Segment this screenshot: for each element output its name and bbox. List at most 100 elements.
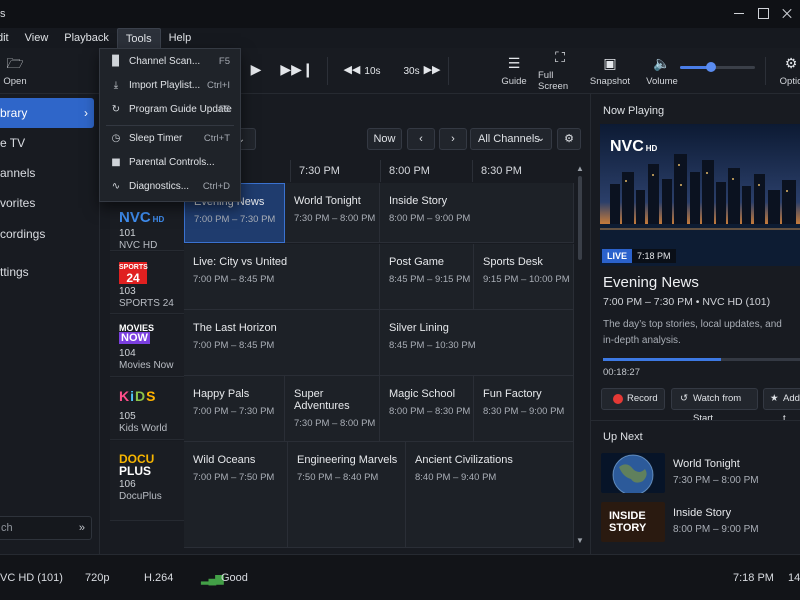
up-next-heading: Up Next xyxy=(603,431,643,443)
live-time-badge: 7:18 PM xyxy=(632,249,676,263)
next-time-button[interactable]: › xyxy=(439,128,467,150)
watch-from-start-button[interactable]: ↺ Watch from Start xyxy=(671,388,758,424)
menu-item-import-playlist[interactable]: ⤓ Import Playlist... Ctrl+I xyxy=(100,74,240,98)
program-cell[interactable]: Silver Lining 8:45 PM – 10:30 PM xyxy=(380,310,574,376)
add-button[interactable]: ★ Add t xyxy=(763,388,800,424)
status-resolution: 720p xyxy=(85,572,110,584)
channel-logo: KiDS xyxy=(119,388,157,404)
snapshot-button[interactable]: ▣ Snapshot xyxy=(590,48,630,94)
program-cell[interactable]: Wild Oceans 7:00 PM – 7:50 PM xyxy=(184,442,288,548)
restart-icon: ↺ xyxy=(680,393,688,404)
program-cell[interactable]: Super Adventures 7:30 PM – 8:00 PM xyxy=(285,376,380,442)
app-window: s dit View Playback Tools Help 🗁 Open ▶ … xyxy=(0,0,800,600)
program-cell[interactable]: The Last Horizon 7:00 PM – 8:45 PM xyxy=(184,310,380,376)
time-header: 7:30 PM xyxy=(290,160,380,182)
program-cell[interactable]: Happy Pals 7:00 PM – 7:30 PM xyxy=(184,376,285,442)
sidebar-item-recordings[interactable]: cordings xyxy=(0,219,94,249)
up-next-title: Inside Story xyxy=(673,507,732,519)
lock-icon: ■ xyxy=(111,157,121,168)
sidebar-item-live-tv[interactable]: e TV xyxy=(0,128,94,158)
channel-filter-select[interactable]: All Channels ⌄ xyxy=(470,128,552,150)
minimize-icon[interactable] xyxy=(728,0,752,28)
skip-next-button[interactable]: ▶▶❙ xyxy=(280,48,313,94)
fullscreen-icon: ⛶ xyxy=(555,50,565,66)
panel-divider xyxy=(590,420,800,421)
menu-item-parental-controls[interactable]: ■ Parental Controls... xyxy=(100,151,240,175)
menu-item-diagnostics[interactable]: ∿ Diagnostics... Ctrl+D xyxy=(100,175,240,199)
now-playing-video[interactable]: NVC HD xyxy=(600,124,800,266)
time-header: 8:30 PM xyxy=(472,160,572,182)
rewind-icon: ◀◀ xyxy=(343,63,361,76)
playback-progress[interactable] xyxy=(603,358,800,361)
scroll-down-icon[interactable]: ▼ xyxy=(576,536,584,545)
sidebar-item-favorites[interactable]: vorites xyxy=(0,188,94,218)
menu-tools[interactable]: Tools xyxy=(116,28,161,48)
channel-row-header[interactable]: DOCU PLUS 106 DocuPlus xyxy=(110,441,184,521)
maximize-icon[interactable] xyxy=(752,0,776,28)
program-cell[interactable]: World Tonight 7:30 PM – 8:00 PM xyxy=(285,183,380,243)
menu-bar: dit View Playback Tools Help xyxy=(0,28,800,48)
skip-next-icon: ▶▶❙ xyxy=(280,62,314,78)
sidebar-item-settings[interactable]: ttings xyxy=(0,257,94,287)
channel-logo: MOVIES NOW xyxy=(119,323,155,344)
up-next-thumbnail[interactable] xyxy=(601,453,665,493)
fullscreen-button[interactable]: ⛶ Full Screen xyxy=(538,48,582,94)
menu-playback[interactable]: Playback xyxy=(56,28,117,48)
program-meta: 7:00 PM – 7:30 PM • NVC HD (101) xyxy=(603,296,771,308)
forward-icon: ▶▶ xyxy=(423,63,441,76)
program-cell[interactable]: Post Game 8:45 PM – 9:15 PM xyxy=(380,244,474,310)
channel-row-header[interactable]: MOVIES NOW 104 Movies Now xyxy=(110,315,184,377)
now-button[interactable]: Now xyxy=(367,128,402,150)
sidebar-item-library[interactable]: brary › xyxy=(0,98,94,128)
menu-divider xyxy=(106,125,234,126)
volume-button[interactable]: 🔈 Volume xyxy=(646,48,678,94)
sidebar: brary › e TV annels vorites cordings tti… xyxy=(0,94,100,554)
tools-menu-dropdown: ▉ Channel Scan... F5 ⤓ Import Playlist..… xyxy=(99,48,241,202)
record-button[interactable]: Record xyxy=(601,388,665,410)
progress-fill xyxy=(603,358,722,361)
toolbar-divider xyxy=(327,57,328,85)
double-chevron-icon[interactable]: » xyxy=(79,517,85,539)
folder-icon: 🗁 xyxy=(6,55,24,72)
signal-icon: ▉ xyxy=(112,56,120,67)
menu-edit[interactable]: dit xyxy=(0,28,17,48)
pulse-icon: ∿ xyxy=(111,181,121,192)
menu-item-sleep-timer[interactable]: ◷ Sleep Timer Ctrl+T xyxy=(100,127,240,151)
scroll-up-icon[interactable]: ▲ xyxy=(576,164,584,173)
channel-row-header[interactable]: KiDS 105 Kids World xyxy=(110,378,184,440)
up-next-time: 8:00 PM – 9:00 PM xyxy=(673,524,759,535)
channel-row-header[interactable]: SPORTS 24 103 SPORTS 24 xyxy=(110,252,184,314)
refresh-icon: ↻ xyxy=(111,104,121,115)
up-next-thumbnail[interactable]: INSIDE STORY xyxy=(601,502,665,542)
prev-time-button[interactable]: ‹ xyxy=(407,128,435,150)
scroll-thumb[interactable] xyxy=(578,176,582,260)
guide-scrollbar[interactable]: ▲ ▼ xyxy=(576,164,584,548)
volume-slider[interactable] xyxy=(680,62,755,72)
close-icon[interactable] xyxy=(776,0,800,28)
star-icon: ★ xyxy=(770,393,779,404)
rewind-10s-button[interactable]: ◀◀ 10s xyxy=(342,48,382,94)
guide-button[interactable]: ☰ Guide xyxy=(498,48,530,94)
title-bar: s xyxy=(0,0,800,28)
program-cell[interactable]: Fun Factory 8:30 PM – 9:00 PM xyxy=(474,376,574,442)
sidebar-item-channels[interactable]: annels xyxy=(0,158,94,188)
menu-view[interactable]: View xyxy=(17,28,57,48)
program-cell[interactable]: Live: City vs United 7:00 PM – 8:45 PM xyxy=(184,244,380,310)
program-cell[interactable]: Magic School 8:00 PM – 8:30 PM xyxy=(380,376,474,442)
sidebar-search-input[interactable]: ch » xyxy=(0,516,92,540)
window-title: s xyxy=(0,8,6,20)
program-cell[interactable]: Engineering Marvels 7:50 PM – 8:40 PM xyxy=(288,442,406,548)
menu-help[interactable]: Help xyxy=(161,28,200,48)
program-cell[interactable]: Sports Desk 9:15 PM – 10:00 PM xyxy=(474,244,574,310)
menu-item-program-guide-update[interactable]: ↻ Program Guide Update F5 xyxy=(100,98,240,122)
open-button[interactable]: 🗁 Open xyxy=(2,48,28,94)
forward-30s-button[interactable]: 30s ▶▶ xyxy=(402,48,442,94)
record-icon xyxy=(613,394,623,404)
program-cell[interactable]: Inside Story 8:00 PM – 9:00 PM xyxy=(380,183,574,243)
menu-item-channel-scan[interactable]: ▉ Channel Scan... F5 xyxy=(100,50,240,74)
program-cell[interactable]: Ancient Civilizations 8:40 PM – 9:40 PM xyxy=(406,442,574,548)
guide-settings-button[interactable]: ⚙ xyxy=(557,128,581,150)
list-icon: ☰ xyxy=(507,55,521,72)
options-button[interactable]: ⚙ Optio xyxy=(776,48,800,94)
play-button[interactable]: ▶ xyxy=(244,48,268,94)
